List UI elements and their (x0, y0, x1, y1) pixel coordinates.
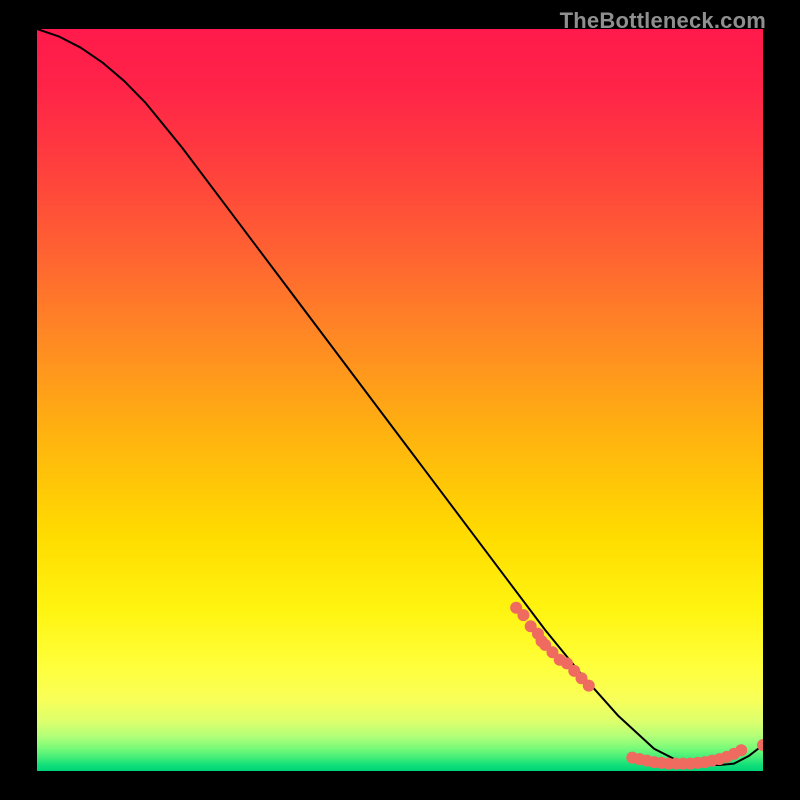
series-curve (37, 29, 763, 765)
point-lower-cluster-a (517, 609, 529, 621)
series-overlay (37, 29, 763, 771)
point-lower-cluster-b (735, 744, 747, 756)
point-lower-cluster-a (583, 680, 595, 692)
chart-stage: TheBottleneck.com (0, 0, 800, 800)
plot-area (37, 29, 763, 771)
